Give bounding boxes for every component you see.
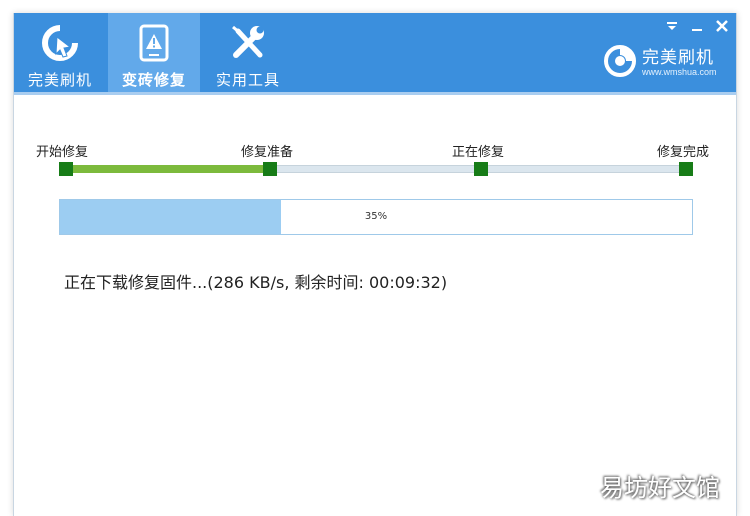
watermark: 易坊好文馆	[600, 474, 720, 502]
step-marker	[679, 162, 693, 176]
status-text: 正在下载修复固件...(286 KB/s, 剩余时间: 00:09:32)	[64, 273, 448, 292]
tablet-warning-icon	[139, 24, 169, 62]
wrench-screwdriver-icon	[232, 25, 264, 58]
refresh-arrow-icon	[42, 25, 78, 61]
close-icon[interactable]	[714, 18, 730, 34]
brand-name: 完美刷机	[642, 48, 714, 68]
download-progress-bar: 35%	[59, 199, 693, 235]
tab-label: 完美刷机	[27, 71, 92, 89]
progress-percent: 35%	[364, 211, 388, 222]
step-track-fill	[66, 165, 271, 173]
step-marker	[474, 162, 488, 176]
tab-label: 实用工具	[215, 71, 280, 89]
tab-brick-repair[interactable]: 变砖修复	[108, 13, 200, 92]
tab-utilities[interactable]: 实用工具	[202, 13, 294, 92]
step-marker	[59, 162, 73, 176]
brand-url: www.wmshua.com	[642, 67, 717, 77]
minimize-icon[interactable]	[689, 18, 705, 34]
step-marker	[263, 162, 277, 176]
step-label-complete: 修复完成	[657, 145, 710, 160]
tab-label: 变砖修复	[121, 71, 186, 89]
repair-panel: 开始修复 修复准备 正在修复 修复完成 35% 正在下载修复固件...(286 …	[14, 95, 736, 516]
dropdown-menu-icon[interactable]	[664, 18, 680, 34]
brand: 完美刷机 www.wmshua.com	[604, 43, 734, 83]
brand-logo-icon	[604, 45, 636, 77]
step-label-start: 开始修复	[36, 145, 89, 160]
app-window: 完美刷机 变砖修复 实用工具 完美刷机 www.wmshua.com 开始修复 …	[13, 13, 737, 516]
step-label-repairing: 正在修复	[452, 145, 505, 160]
step-label-prepare: 修复准备	[241, 145, 294, 160]
header-bar: 完美刷机 变砖修复 实用工具 完美刷机 www.wmshua.com	[14, 13, 736, 95]
tab-perfect-flash[interactable]: 完美刷机	[14, 13, 106, 92]
